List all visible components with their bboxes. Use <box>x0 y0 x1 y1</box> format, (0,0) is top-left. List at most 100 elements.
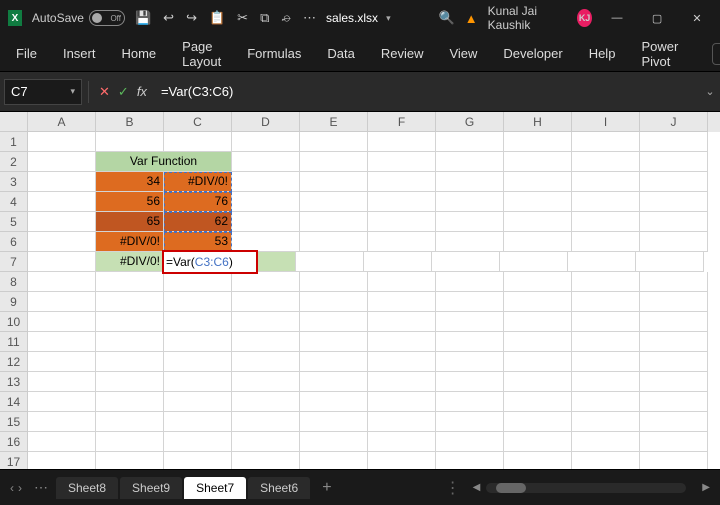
row-header[interactable]: 3 <box>0 172 28 192</box>
ribbon-tab-powerpivot[interactable]: Power Pivot <box>635 35 684 73</box>
cell-c3[interactable]: #DIV/0! <box>164 172 232 192</box>
col-header[interactable]: G <box>436 112 504 132</box>
row-header[interactable]: 5 <box>0 212 28 232</box>
scroll-right-icon[interactable]: ▶ <box>698 482 714 493</box>
row-header[interactable]: 16 <box>0 432 28 452</box>
user-name-label[interactable]: Kunal Jai Kaushik <box>488 4 567 32</box>
namebox-chevron-icon[interactable]: ▾ <box>70 86 75 97</box>
cell-b5[interactable]: 65 <box>96 212 164 232</box>
accept-formula-icon[interactable]: ✓ <box>118 84 129 100</box>
row-header[interactable]: 6 <box>0 232 28 252</box>
cell-c7-editing[interactable]: =Var(C3:C6) <box>162 250 258 274</box>
row-header[interactable]: 7 <box>0 252 28 272</box>
cell-b4[interactable]: 56 <box>96 192 164 212</box>
ribbon-tab-insert[interactable]: Insert <box>57 42 102 65</box>
more-icon[interactable]: ⋯ <box>303 10 316 26</box>
col-header[interactable]: E <box>300 112 368 132</box>
column-headers: A B C D E F G H I J <box>28 112 720 132</box>
user-avatar[interactable]: KJ <box>577 9 592 27</box>
col-header[interactable]: B <box>96 112 164 132</box>
excel-app-icon[interactable]: X <box>8 10 22 26</box>
cell-b3[interactable]: 34 <box>96 172 164 192</box>
row-header[interactable]: 8 <box>0 272 28 292</box>
sheet-tab[interactable]: Sheet6 <box>248 477 310 499</box>
ribbon-tab-view[interactable]: View <box>443 42 483 65</box>
row-header[interactable]: 9 <box>0 292 28 312</box>
spreadsheet-grid: A B C D E F G H I J 12345678910111213141… <box>0 112 720 469</box>
autosave-toggle[interactable]: AutoSave Off <box>32 10 125 26</box>
row-header[interactable]: 17 <box>0 452 28 469</box>
cut-icon[interactable]: ✂ <box>237 10 248 26</box>
col-header[interactable]: I <box>572 112 640 132</box>
warning-icon[interactable]: ▲ <box>465 11 478 26</box>
autosave-label: AutoSave <box>32 11 84 25</box>
ribbon-bar: File Insert Home Page Layout Formulas Da… <box>0 36 720 72</box>
sheet-tab[interactable]: Sheet9 <box>120 477 182 499</box>
sheet-tab-bar: ‹ › ⋯ Sheet8 Sheet9 Sheet7 Sheet6 + ⋮ ◀ … <box>0 469 720 505</box>
col-header[interactable]: J <box>640 112 708 132</box>
autosave-switch-off[interactable]: Off <box>89 10 125 26</box>
all-sheets-icon[interactable]: ⋯ <box>28 479 54 496</box>
undo-icon[interactable]: ↩ <box>163 10 174 26</box>
select-all-triangle[interactable] <box>0 112 28 132</box>
scroll-left-icon[interactable]: ◀ <box>469 482 485 493</box>
cell-b7[interactable]: #DIV/0! <box>96 252 164 272</box>
row-header[interactable]: 15 <box>0 412 28 432</box>
insert-function-icon[interactable]: fx <box>137 84 147 100</box>
cancel-formula-icon[interactable]: ✕ <box>99 84 110 100</box>
sheet-next-icon[interactable]: › <box>18 481 22 495</box>
comments-button[interactable]: 💬 Comments <box>712 43 720 65</box>
cell-c4[interactable]: 76 <box>164 192 232 212</box>
cell-b2-header[interactable]: Var Function <box>96 152 232 172</box>
ribbon-tab-home[interactable]: Home <box>115 42 162 65</box>
cell-b6[interactable]: #DIV/0! <box>96 232 164 252</box>
row-header[interactable]: 13 <box>0 372 28 392</box>
cells-area[interactable]: Var Function 34#DIV/0! 5676 6562 #DIV/0!… <box>28 132 720 469</box>
row-header[interactable]: 14 <box>0 392 28 412</box>
maximize-button[interactable]: ▢ <box>642 4 672 32</box>
name-box[interactable]: C7 ▾ <box>4 79 82 105</box>
ribbon-tab-help[interactable]: Help <box>583 42 622 65</box>
filename-chevron-icon[interactable]: ▾ <box>386 13 391 24</box>
horizontal-scrollbar[interactable] <box>486 483 686 493</box>
col-header[interactable]: C <box>164 112 232 132</box>
sheet-tab[interactable]: Sheet8 <box>56 477 118 499</box>
expand-formula-bar-icon[interactable]: ⌄ <box>700 85 720 98</box>
close-button[interactable]: ✕ <box>682 4 712 32</box>
quick-access-toolbar: 💾 ↩ ↪ 📋 ✂ ⧉ ⌮ ⋯ <box>135 10 316 26</box>
tab-separator: ⋮ <box>439 478 467 498</box>
cell-c6[interactable]: 53 <box>164 232 232 252</box>
formula-input[interactable]: =Var(C3:C6) <box>151 84 700 99</box>
ribbon-tab-review[interactable]: Review <box>375 42 430 65</box>
row-header[interactable]: 2 <box>0 152 28 172</box>
search-icon[interactable]: 🔍 <box>439 10 455 26</box>
sheet-tab-active[interactable]: Sheet7 <box>184 477 246 499</box>
clipboard-icon[interactable]: 📋 <box>209 10 225 26</box>
row-header[interactable]: 12 <box>0 352 28 372</box>
copy-icon[interactable]: ⧉ <box>260 10 269 26</box>
scrollbar-thumb[interactable] <box>496 483 526 493</box>
title-bar: X AutoSave Off 💾 ↩ ↪ 📋 ✂ ⧉ ⌮ ⋯ sales.xls… <box>0 0 720 36</box>
format-painter-icon[interactable]: ⌮ <box>281 10 291 26</box>
filename-label[interactable]: sales.xlsx <box>326 11 378 25</box>
save-icon[interactable]: 💾 <box>135 10 151 26</box>
ribbon-tab-pagelayout[interactable]: Page Layout <box>176 35 227 73</box>
sheet-prev-icon[interactable]: ‹ <box>10 481 14 495</box>
col-header[interactable]: A <box>28 112 96 132</box>
cell-c5[interactable]: 62 <box>164 212 232 232</box>
ribbon-tab-file[interactable]: File <box>10 42 43 65</box>
col-header[interactable]: H <box>504 112 572 132</box>
redo-icon[interactable]: ↪ <box>186 10 197 26</box>
row-header[interactable]: 11 <box>0 332 28 352</box>
col-header[interactable]: F <box>368 112 436 132</box>
row-header[interactable]: 10 <box>0 312 28 332</box>
row-header[interactable]: 4 <box>0 192 28 212</box>
cell-d7-partial[interactable] <box>256 252 296 272</box>
row-header[interactable]: 1 <box>0 132 28 152</box>
minimize-button[interactable]: ― <box>602 4 632 32</box>
add-sheet-icon[interactable]: + <box>312 479 341 497</box>
ribbon-tab-developer[interactable]: Developer <box>497 42 568 65</box>
ribbon-tab-data[interactable]: Data <box>321 42 360 65</box>
col-header[interactable]: D <box>232 112 300 132</box>
ribbon-tab-formulas[interactable]: Formulas <box>241 42 307 65</box>
